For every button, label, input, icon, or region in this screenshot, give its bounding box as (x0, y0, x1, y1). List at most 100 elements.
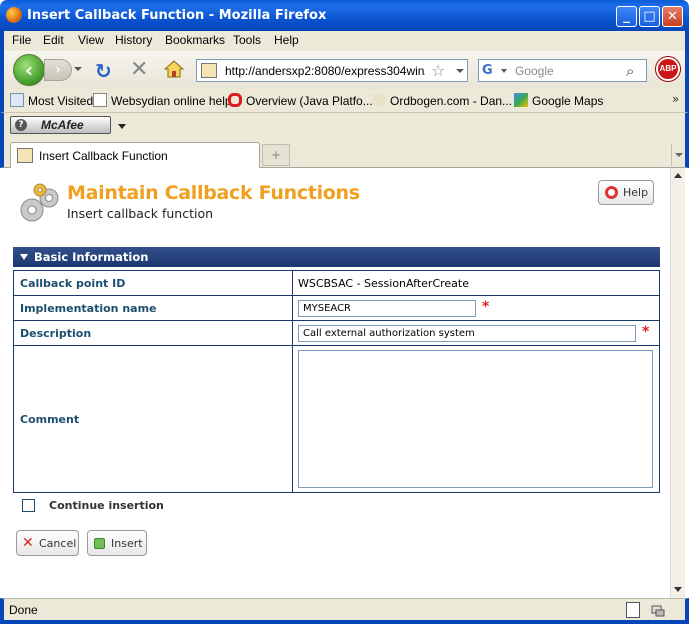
firefox-icon (6, 7, 22, 23)
form-row-description: Description Call external authorization … (13, 320, 660, 346)
close-button[interactable]: ✕ (662, 6, 683, 27)
page-subtitle: Insert callback function (67, 206, 214, 221)
bookmark-google-maps[interactable]: Google Maps (514, 93, 603, 108)
page-info-icon[interactable] (626, 602, 640, 618)
menu-tools[interactable]: Tools (233, 33, 261, 47)
section-title: Basic Information (34, 250, 149, 264)
stop-icon[interactable]: ✕ (130, 57, 148, 82)
bookmark-websydian-help[interactable]: Websydian online help (93, 93, 232, 108)
help-label: Help (623, 186, 649, 199)
menu-file[interactable]: File (12, 33, 31, 47)
bookmark-star-icon[interactable]: ☆ (431, 61, 445, 80)
implementation-name-label: Implementation name (13, 295, 293, 321)
form-row-callback-point: Callback point ID WSCBSAC - SessionAfter… (13, 270, 660, 296)
section-header-basic-information[interactable]: Basic Information (13, 247, 660, 267)
help-button[interactable]: Help (598, 180, 654, 205)
bookmark-most-visited[interactable]: Most Visited (10, 93, 93, 108)
network-icon[interactable] (650, 602, 666, 618)
minimize-button[interactable]: _ (616, 6, 637, 27)
continue-insertion-label: Continue insertion (49, 499, 164, 512)
new-tab-button[interactable]: + (262, 144, 290, 166)
comment-cell (292, 345, 660, 493)
bookmark-label: Websydian online help (111, 94, 232, 108)
tab-insert-callback-function[interactable]: Insert Callback Function (10, 142, 260, 168)
bookmark-ordbogen[interactable]: Ordbogen.com - Dan... (372, 93, 512, 108)
search-placeholder[interactable]: Google (515, 64, 554, 78)
menu-history[interactable]: History (115, 33, 152, 47)
menu-help[interactable]: Help (274, 33, 299, 47)
maximize-button[interactable]: □ (639, 6, 660, 27)
tab-favicon-icon (17, 148, 33, 163)
page-icon (93, 93, 107, 107)
page-title: Maintain Callback Functions (67, 182, 360, 204)
gears-icon (20, 183, 59, 222)
search-icon[interactable]: ⌕ (626, 62, 634, 80)
oracle-icon (228, 93, 242, 107)
mcafee-button[interactable]: ? McAfee (10, 116, 111, 134)
callback-point-id-label: Callback point ID (13, 270, 293, 296)
mcafee-toolbar: ? McAfee (0, 113, 689, 138)
google-maps-icon (514, 93, 528, 107)
bookmark-java-overview[interactable]: Overview (Java Platfo... (228, 93, 373, 108)
address-bar[interactable]: http://andersxp2:8080/express304win/sit … (196, 59, 468, 82)
required-marker: * (482, 299, 490, 315)
menu-bar: File Edit View History Bookmarks Tools H… (0, 31, 689, 51)
back-button[interactable]: ‹ (13, 54, 45, 86)
form-row-comment: Comment (13, 345, 660, 493)
bookmarks-overflow-chevron-icon[interactable]: » (672, 92, 679, 106)
forward-button[interactable]: › (44, 59, 72, 81)
description-input[interactable]: Call external authorization system (298, 324, 636, 342)
cancel-label: Cancel (39, 537, 77, 550)
implementation-name-cell: MYSEACR * (292, 295, 660, 321)
insert-button[interactable]: Insert (87, 530, 147, 556)
menu-bookmarks[interactable]: Bookmarks (165, 33, 225, 47)
tab-list-dropdown-icon[interactable] (671, 144, 685, 166)
history-dropdown-icon[interactable] (74, 67, 82, 71)
implementation-name-input[interactable]: MYSEACR (298, 299, 476, 317)
continue-insertion-checkbox[interactable] (22, 499, 35, 512)
window-title: Insert Callback Function - Mozilla Firef… (27, 8, 327, 23)
tab-label: Insert Callback Function (39, 149, 168, 163)
ordbogen-icon (372, 93, 386, 107)
form-table: Callback point ID WSCBSAC - SessionAfter… (13, 270, 660, 493)
mcafee-label: McAfee (41, 118, 84, 132)
callback-point-id-value: WSCBSAC - SessionAfterCreate (292, 270, 660, 296)
bookmark-label: Ordbogen.com - Dan... (390, 94, 513, 108)
lifebuoy-icon (605, 186, 618, 199)
url-text[interactable]: http://andersxp2:8080/express304win/sit (225, 64, 425, 78)
site-favicon-icon (201, 63, 217, 78)
cancel-button[interactable]: ✕ Cancel (16, 530, 79, 556)
bookmark-label: Most Visited (28, 94, 94, 108)
insert-label: Insert (111, 537, 143, 550)
comment-textarea[interactable] (298, 350, 653, 488)
mcafee-dropdown-icon[interactable] (118, 124, 126, 129)
bookmark-label: Google Maps (532, 94, 604, 108)
search-engine-dropdown-icon[interactable] (501, 69, 507, 73)
description-label: Description (13, 320, 293, 346)
url-dropdown-icon[interactable] (456, 69, 464, 73)
google-search-engine-icon[interactable]: G (482, 63, 493, 78)
reload-icon[interactable]: ↻ (95, 59, 112, 83)
status-bar: Done (0, 598, 689, 624)
home-icon[interactable] (164, 59, 184, 79)
bookmark-label: Overview (Java Platfo... (246, 94, 373, 108)
page-content: Maintain Callback Functions Insert callb… (4, 168, 670, 598)
required-marker: * (642, 324, 650, 340)
scroll-up-arrow-icon[interactable] (674, 173, 682, 178)
cancel-x-icon: ✕ (22, 535, 34, 551)
form-row-implementation-name: Implementation name MYSEACR * (13, 295, 660, 321)
scroll-down-arrow-icon[interactable] (674, 587, 682, 592)
navigation-toolbar: ‹ › ↻ ✕ http://andersxp2:8080/express304… (0, 51, 689, 89)
bookmarks-toolbar: Most Visited Websydian online help Overv… (0, 89, 689, 113)
menu-edit[interactable]: Edit (43, 33, 64, 47)
menu-view[interactable]: View (78, 33, 104, 47)
vertical-scrollbar[interactable] (670, 168, 685, 598)
tab-strip: Insert Callback Function + (0, 138, 689, 168)
search-bar[interactable]: G Google ⌕ (478, 59, 647, 82)
insert-plus-icon (94, 538, 105, 549)
adblock-plus-icon[interactable]: ABP (656, 57, 680, 81)
mcafee-help-icon: ? (15, 119, 27, 131)
most-visited-icon (10, 93, 24, 107)
window-title-bar: Insert Callback Function - Mozilla Firef… (0, 0, 689, 31)
collapse-triangle-icon[interactable] (20, 254, 28, 260)
